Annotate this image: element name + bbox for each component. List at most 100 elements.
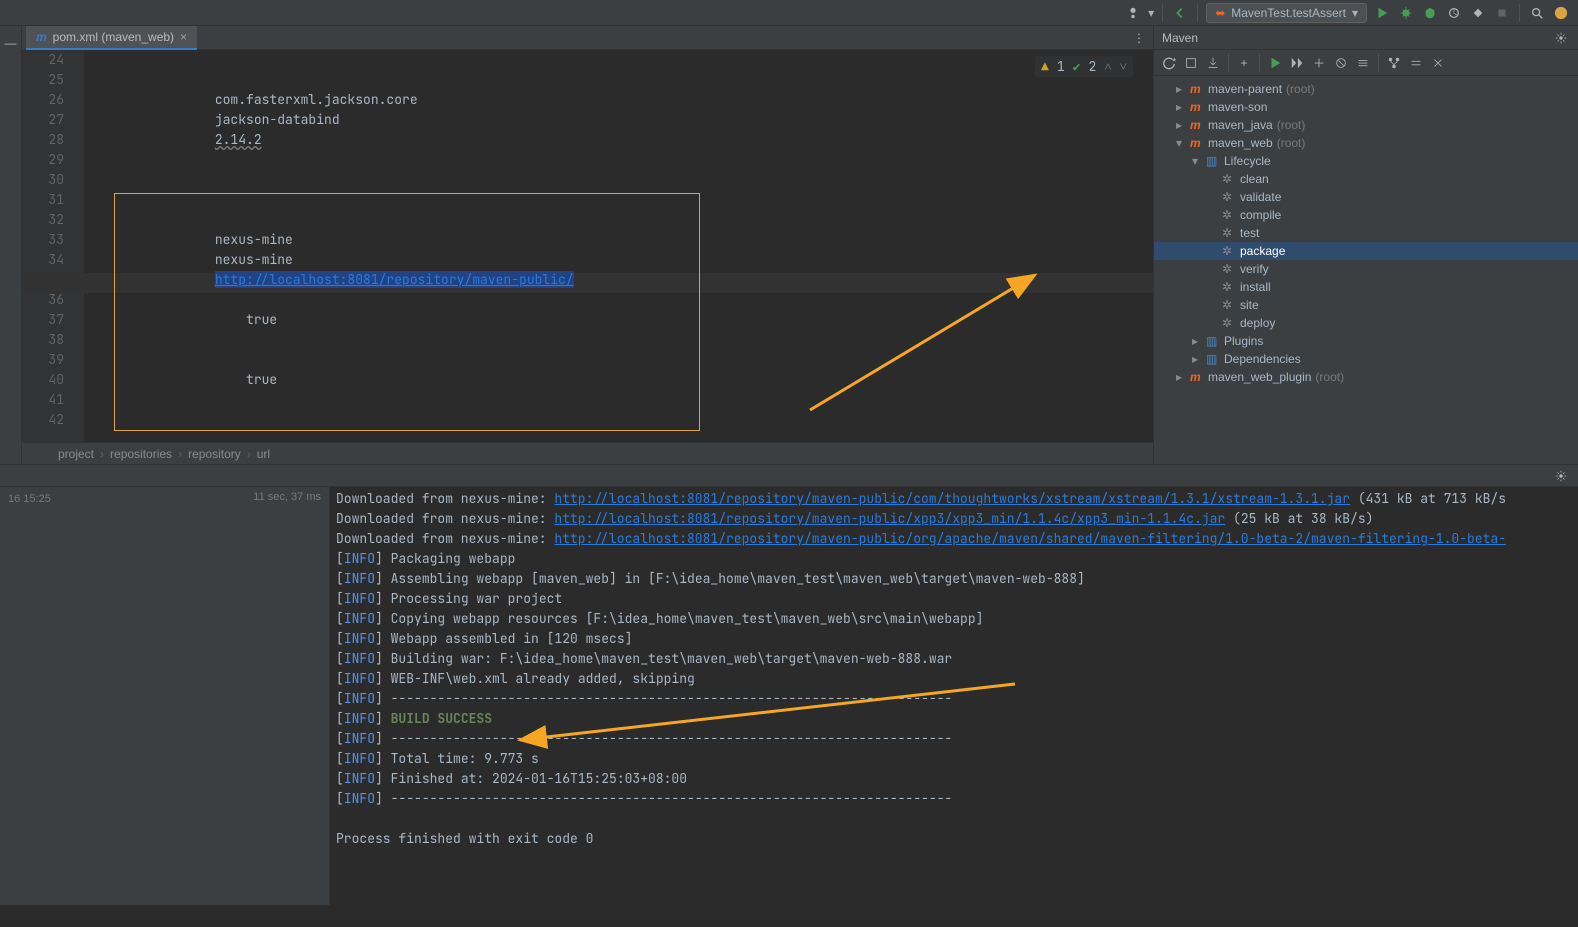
maven-tree-item[interactable]: ▸▥Dependencies xyxy=(1154,350,1578,368)
code-line[interactable] xyxy=(84,50,1153,70)
run-duration: 11 sec, 37 ms xyxy=(253,491,321,503)
code-line[interactable]: com.fasterxml.jackson.core xyxy=(84,90,1153,110)
console-output[interactable]: Downloaded from nexus-mine: http://local… xyxy=(330,487,1578,905)
breadcrumbs[interactable]: project›repositories›repository›url xyxy=(22,442,1153,464)
code-line[interactable] xyxy=(84,410,1153,430)
console-line xyxy=(336,809,1572,829)
tab-more-icon[interactable]: ⋮ xyxy=(1133,31,1145,45)
tree-label: maven-son xyxy=(1208,100,1267,114)
run-timestamp: 16 15:25 xyxy=(8,493,51,505)
maven-tree-item[interactable]: ✲package xyxy=(1154,242,1578,260)
code-line[interactable]: true xyxy=(84,310,1153,330)
gear-icon: ✲ xyxy=(1222,316,1236,330)
tree-label: test xyxy=(1240,226,1259,240)
code-line[interactable] xyxy=(84,210,1153,230)
tree-label: maven_java xyxy=(1208,118,1273,132)
collapse-icon[interactable] xyxy=(1407,54,1425,72)
console-line: [INFO] Webapp assembled in [120 msecs] xyxy=(336,629,1572,649)
maven-tree-item[interactable]: ▸mmaven_web_plugin (root) xyxy=(1154,368,1578,386)
maven-tree[interactable]: ▸mmaven-parent (root)▸mmaven-son▸mmaven_… xyxy=(1154,76,1578,464)
run-config-label: MavenTest.testAssert xyxy=(1231,6,1346,20)
tree-label: Lifecycle xyxy=(1224,154,1271,168)
chevron-down-icon[interactable]: ˅ xyxy=(1120,58,1127,75)
code-line[interactable]: jackson-databind xyxy=(84,110,1153,130)
breadcrumb-item[interactable]: project xyxy=(58,447,94,461)
code-line[interactable]: http://localhost:8081/repository/maven-p… xyxy=(84,270,1153,290)
tab-pom-xml[interactable]: m pom.xml (maven_web) × xyxy=(26,26,197,50)
back-icon[interactable] xyxy=(1171,4,1189,22)
code-line[interactable] xyxy=(84,390,1153,410)
toggle-icon[interactable] xyxy=(1310,54,1328,72)
settings-icon[interactable] xyxy=(1429,54,1447,72)
show-deps-icon[interactable] xyxy=(1385,54,1403,72)
maven-tree-item[interactable]: ▾▥Lifecycle xyxy=(1154,152,1578,170)
tree-label: maven_web xyxy=(1208,136,1273,150)
attach-icon[interactable] xyxy=(1469,4,1487,22)
maven-tree-item[interactable]: ✲ deploy xyxy=(1154,314,1578,332)
run-tree[interactable]: 16 15:25 11 sec, 37 ms xyxy=(0,487,330,905)
maven-module-icon: m xyxy=(1190,136,1204,150)
tree-label: compile xyxy=(1240,208,1281,222)
maven-tree-item[interactable]: ✲clean xyxy=(1154,170,1578,188)
code-line[interactable] xyxy=(84,190,1153,210)
stop-icon[interactable] xyxy=(1493,4,1511,22)
ok-icon: ✔ xyxy=(1073,58,1081,75)
maven-tree-item[interactable]: ▸▥Plugins xyxy=(1154,332,1578,350)
execute-icon[interactable] xyxy=(1288,54,1306,72)
code-line[interactable]: 2.14.2 xyxy=(84,130,1153,150)
breadcrumb-item[interactable]: url xyxy=(257,447,270,461)
debug-icon[interactable] xyxy=(1397,4,1415,22)
run-config-selector[interactable]: ⬌ MavenTest.testAssert ▾ xyxy=(1206,3,1367,23)
tree-label: deploy xyxy=(1240,316,1275,330)
run-icon[interactable] xyxy=(1373,4,1391,22)
reload-icon[interactable] xyxy=(1160,54,1178,72)
breadcrumb-item[interactable]: repositories xyxy=(110,447,172,461)
maven-tree-item[interactable]: ▾mmaven_web (root) xyxy=(1154,134,1578,152)
maven-tree-item[interactable]: ▸mmaven_java (root) xyxy=(1154,116,1578,134)
project-tool-stripe[interactable]: — xyxy=(0,26,22,464)
code-line[interactable] xyxy=(84,150,1153,170)
profile-icon[interactable] xyxy=(1445,4,1463,22)
gear-icon[interactable] xyxy=(1552,29,1570,47)
code-line[interactable]: true xyxy=(84,370,1153,390)
breadcrumb-item[interactable]: repository xyxy=(188,447,241,461)
run-goal-icon[interactable] xyxy=(1266,54,1284,72)
maven-tree-item[interactable]: ✲verify xyxy=(1154,260,1578,278)
offline-icon[interactable] xyxy=(1354,54,1372,72)
maven-tree-item[interactable]: ✲install xyxy=(1154,278,1578,296)
code-line[interactable]: nexus-mine xyxy=(84,250,1153,270)
run-settings-icon[interactable] xyxy=(1552,467,1570,485)
maven-tree-item[interactable]: ✲site xyxy=(1154,296,1578,314)
folder-icon: ▥ xyxy=(1206,334,1220,348)
code-line[interactable] xyxy=(84,70,1153,90)
vcs-icon[interactable] xyxy=(1124,4,1142,22)
skip-tests-icon[interactable] xyxy=(1332,54,1350,72)
code-line[interactable] xyxy=(84,350,1153,370)
hide-tool-icon[interactable]: — xyxy=(0,26,21,50)
inspection-widget[interactable]: ▲1 ✔2 ˄ ˅ xyxy=(1035,56,1133,77)
maven-tree-item[interactable]: ▸mmaven-parent (root) xyxy=(1154,80,1578,98)
avatar-icon[interactable] xyxy=(1552,4,1570,22)
code-line[interactable]: nexus-mine xyxy=(84,230,1153,250)
coverage-icon[interactable] xyxy=(1421,4,1439,22)
console-line: [INFO] Processing war project xyxy=(336,589,1572,609)
maven-tree-item[interactable]: ✲validate xyxy=(1154,188,1578,206)
gear-icon: ✲ xyxy=(1222,244,1236,258)
code-line[interactable] xyxy=(84,170,1153,190)
code-line[interactable] xyxy=(84,290,1153,310)
close-icon[interactable]: × xyxy=(180,30,187,44)
gear-icon: ✲ xyxy=(1222,190,1236,204)
code-line[interactable] xyxy=(84,330,1153,350)
download-icon[interactable] xyxy=(1204,54,1222,72)
maven-tree-item[interactable]: ✲compile xyxy=(1154,206,1578,224)
add-icon[interactable]: + xyxy=(1235,54,1253,72)
maven-title: Maven xyxy=(1162,31,1198,45)
tree-label: Plugins xyxy=(1224,334,1263,348)
chevron-up-icon[interactable]: ˄ xyxy=(1104,58,1111,75)
editor-body[interactable]: 24252627282930313233343536373839404142 ▲… xyxy=(22,50,1153,442)
maven-tree-item[interactable]: ▸mmaven-son xyxy=(1154,98,1578,116)
maven-tree-item[interactable]: ✲test xyxy=(1154,224,1578,242)
search-icon[interactable] xyxy=(1528,4,1546,22)
gear-icon: ✲ xyxy=(1222,262,1236,276)
generate-icon[interactable] xyxy=(1182,54,1200,72)
